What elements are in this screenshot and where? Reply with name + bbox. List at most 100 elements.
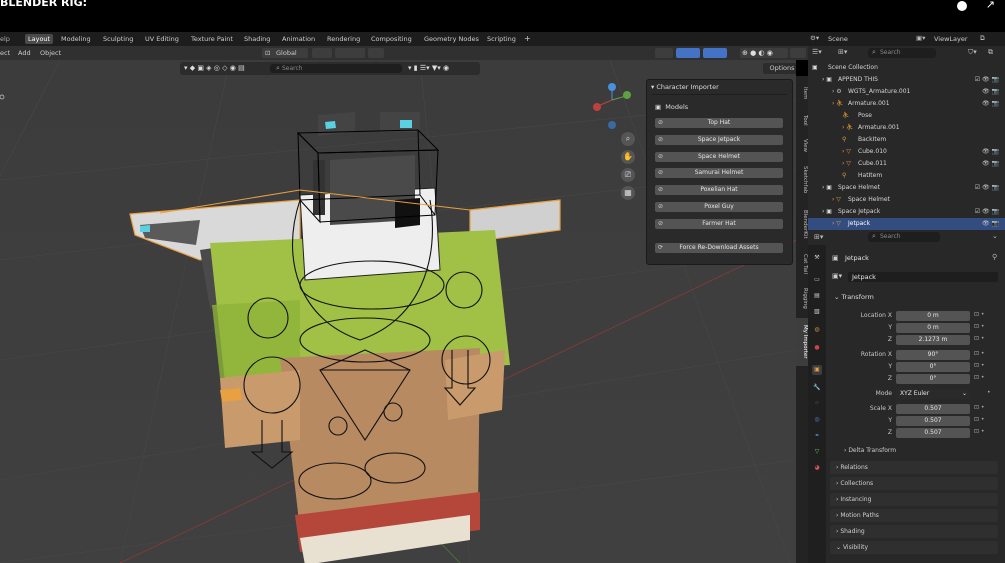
instancing-section[interactable]: › Instancing xyxy=(830,493,998,506)
outliner-row[interactable]: ⛹ Pose xyxy=(808,110,1005,122)
outliner-row[interactable]: › ▽ Cube.010 👁 📷 xyxy=(808,146,1005,158)
outliner-row[interactable]: › ▣ Space Jetpack ☑ 👁 📷 xyxy=(808,206,1005,218)
proportional-edit-button[interactable] xyxy=(368,48,384,58)
location-y-field[interactable]: 0 m xyxy=(896,323,970,333)
delta-transform-subpanel[interactable]: › Delta Transform xyxy=(844,447,896,454)
viewport-search-input[interactable]: Search xyxy=(270,64,402,73)
tab-scripting[interactable]: Scripting xyxy=(487,34,516,44)
tab-geometry-nodes[interactable]: Geometry Nodes xyxy=(424,34,479,44)
outliner-row[interactable]: ⚲ HatItem xyxy=(808,170,1005,182)
visibility-toggle-icon[interactable]: 👁 📷 xyxy=(982,146,999,158)
gizmo-toggle[interactable] xyxy=(676,48,700,58)
constraints-tab-icon[interactable]: ⚭ xyxy=(812,431,822,441)
share-icon[interactable]: ↗ xyxy=(986,0,995,11)
tool-tab-icon[interactable]: ⚒ xyxy=(812,253,822,263)
tab-texture-paint[interactable]: Texture Paint xyxy=(191,34,233,44)
world-tab-icon[interactable]: ● xyxy=(812,343,822,353)
tab-animation[interactable]: Animation xyxy=(282,34,315,44)
tab-compositing[interactable]: Compositing xyxy=(371,34,412,44)
scene-name[interactable]: Scene xyxy=(828,35,848,43)
poxel-guy-button[interactable]: ⊘ Poxel Guy xyxy=(655,202,783,212)
location-z-field[interactable]: 2.1273 m xyxy=(896,335,970,345)
filter-toggles[interactable]: ▾ ▮ ☰▾ ▼▾ ◉ xyxy=(408,64,449,72)
menu-object[interactable]: Object xyxy=(40,49,61,57)
object-tab-icon[interactable]: ▣ xyxy=(812,365,822,375)
space-jetpack-button[interactable]: ⊘ Space Jetpack xyxy=(655,135,783,145)
outliner-row[interactable]: › ▽ Space Helmet xyxy=(808,194,1005,206)
avatar-icon[interactable] xyxy=(957,1,967,11)
object-name-field[interactable]: Jetpack xyxy=(848,272,998,282)
overlay-toggle[interactable] xyxy=(703,48,727,58)
filter-icons[interactable]: ▾ ◆ ▣ ◈ ◎ ◇ ◉ ▤ xyxy=(184,64,245,72)
pin-icon[interactable]: ⚲ xyxy=(992,253,997,261)
outliner-display-icon[interactable]: ☰▾ xyxy=(812,48,822,56)
data-tab-icon[interactable]: ▽ xyxy=(812,447,822,457)
tab-item[interactable]: Item xyxy=(796,80,808,106)
perspective-grid-icon[interactable]: ▦ xyxy=(621,186,635,200)
new-view-layer-icon[interactable]: ⧉ xyxy=(980,34,985,43)
funnel-icon[interactable]: ⛉▾ xyxy=(968,48,977,57)
visibility-toggle-icon[interactable]: 👁 📷 xyxy=(982,158,999,170)
outliner-row[interactable]: › ⛹ Armature.001 xyxy=(808,122,1005,134)
lock-icon[interactable]: ⊡ • xyxy=(974,416,984,423)
farmer-hat-button[interactable]: ⊘ Farmer Hat xyxy=(655,219,783,229)
pivot-dropdown[interactable] xyxy=(312,48,332,58)
properties-search-input[interactable]: Search xyxy=(868,232,940,242)
modifier-tab-icon[interactable]: 🔧 xyxy=(812,383,822,393)
rotation-x-field[interactable]: 90° xyxy=(896,350,970,360)
scale-x-field[interactable]: 0.507 xyxy=(896,404,970,414)
chevron-down-icon[interactable]: ⌄ xyxy=(992,232,998,240)
top-hat-button[interactable]: ⊘ Top Hat xyxy=(655,118,783,128)
lock-icon[interactable]: ⊡ • xyxy=(974,404,984,411)
rotation-mode-dropdown[interactable]: XYZ Euler ⌄ xyxy=(896,389,970,399)
collections-section[interactable]: › Collections xyxy=(830,477,998,490)
visibility-toggle-icon[interactable]: 👁 📷 xyxy=(982,218,999,230)
tab-uv-editing[interactable]: UV Editing xyxy=(145,34,179,44)
snap-dropdown[interactable] xyxy=(335,48,365,58)
transform-header[interactable]: ⌄ Transform xyxy=(834,293,874,301)
tab-rendering[interactable]: Rendering xyxy=(327,34,360,44)
pan-hand-icon[interactable]: ✋ xyxy=(621,150,635,164)
visibility-toggle-icon[interactable]: 👁 📷 xyxy=(982,98,999,110)
outliner-row[interactable]: › ▽ Cube.011 👁 📷 xyxy=(808,158,1005,170)
editor-type-icon[interactable]: ⊞▾ xyxy=(814,233,823,241)
tab-tool[interactable]: Tool xyxy=(796,108,808,132)
location-x-field[interactable]: 0 m xyxy=(896,311,970,321)
menu-add[interactable]: Add xyxy=(18,49,31,57)
lock-icon[interactable]: ⊡ • xyxy=(974,335,984,342)
render-tab-icon[interactable]: ▭ xyxy=(812,275,822,285)
shading-dropdown[interactable] xyxy=(790,48,806,58)
shading-modes[interactable]: ⊕ ● ◐ ◉ xyxy=(740,48,788,58)
poxelian-hat-button[interactable]: ⊘ Poxelian Hat xyxy=(655,185,783,195)
lock-icon[interactable]: ⊡ • xyxy=(974,374,984,381)
outliner-row[interactable]: ▣ Scene Collection xyxy=(808,62,1005,74)
tab-modeling[interactable]: Modeling xyxy=(61,34,91,44)
view-layer-name[interactable]: ViewLayer xyxy=(934,35,968,43)
view-layer-icon[interactable]: ▣▾ xyxy=(916,34,925,42)
menu-select[interactable]: ect xyxy=(0,49,10,57)
physics-tab-icon[interactable]: ◎ xyxy=(812,415,822,425)
transform-orientation-dropdown[interactable]: ⊡ Global xyxy=(262,48,308,58)
tab-my-importer[interactable]: My Importer xyxy=(796,318,808,366)
view-layer-tab-icon[interactable]: ▧ xyxy=(812,307,822,317)
output-tab-icon[interactable]: ▤ xyxy=(812,291,822,301)
visibility-toggle-icon[interactable]: ☑ 👁 📷 xyxy=(975,74,999,86)
tab-sculpting[interactable]: Sculpting xyxy=(103,34,133,44)
relations-section[interactable]: › Relations xyxy=(830,461,998,474)
visibility-toggle-icon[interactable]: ☑ 👁 📷 xyxy=(975,182,999,194)
lock-icon[interactable]: ⊡ • xyxy=(974,350,984,357)
add-workspace-button[interactable]: + xyxy=(524,34,531,44)
tab-sketchfab[interactable]: Sketchfab xyxy=(796,160,808,200)
lock-icon[interactable]: ⊡ • xyxy=(974,311,984,318)
outliner-filter-icon[interactable]: ⊞▾ xyxy=(838,48,847,56)
scene-tab-icon[interactable]: ◍ xyxy=(812,325,822,335)
outliner-row[interactable]: › ▣ Space Helmet ☑ 👁 📷 xyxy=(808,182,1005,194)
outliner-row[interactable]: › ⛹ Armature.001 👁 📷 xyxy=(808,98,1005,110)
visibility-section[interactable]: ⌄ Visibility xyxy=(830,541,998,554)
options-dropdown[interactable]: Options xyxy=(763,63,796,74)
scene-icon[interactable]: ⚙▾ xyxy=(810,34,819,42)
particles-tab-icon[interactable]: ⁘ xyxy=(812,399,822,409)
datablock-icon[interactable]: ▣▾ xyxy=(832,272,842,280)
outliner-row[interactable]: › ▽ Jetpack 👁 📷 xyxy=(808,218,1005,230)
lock-icon[interactable]: ⊡ • xyxy=(974,428,984,435)
